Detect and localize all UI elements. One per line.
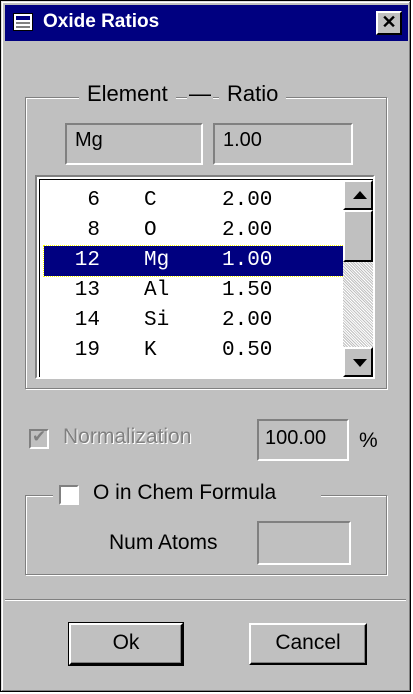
list-item-num: 8 bbox=[87, 219, 100, 242]
list-item-symbol: Mg bbox=[144, 249, 170, 272]
list-item-symbol: O bbox=[144, 219, 157, 242]
close-button[interactable]: ✕ bbox=[376, 11, 402, 35]
normalization-field[interactable]: 100.00 bbox=[257, 419, 349, 461]
list-item-num: 13 bbox=[74, 279, 100, 302]
list-item-ratio: 1.00 bbox=[222, 249, 273, 272]
list-item-num: 19 bbox=[74, 339, 100, 362]
element-list[interactable]: 6 C 2.00 8 O 2.00 12 Mg 1.00 13 Al 1.50 14 Si 2.00 19 K 0… bbox=[35, 175, 375, 379]
window-title: Oxide Ratios bbox=[43, 11, 160, 32]
num-atoms-label: Num Atoms bbox=[109, 531, 218, 554]
normalization-label: Normalization bbox=[63, 425, 192, 448]
window-icon bbox=[13, 13, 33, 31]
num-atoms-field[interactable] bbox=[257, 521, 351, 565]
scroll-down-button[interactable] bbox=[343, 347, 373, 377]
scroll-up-button[interactable] bbox=[343, 180, 373, 210]
list-item-symbol: Al bbox=[144, 279, 170, 302]
list-item-symbol: Si bbox=[144, 309, 170, 332]
list-item-symbol: C bbox=[144, 189, 157, 212]
arrow-up-icon bbox=[353, 191, 367, 199]
list-item-num: 14 bbox=[74, 309, 100, 332]
ratio-legend: Ratio bbox=[219, 81, 287, 107]
scroll-thumb[interactable] bbox=[343, 210, 373, 262]
title-bar[interactable]: Oxide Ratios ✕ bbox=[5, 5, 408, 41]
list-item-ratio: 2.00 bbox=[222, 189, 273, 212]
list-item-ratio: 2.00 bbox=[222, 309, 273, 332]
list-item[interactable]: 6 C 2.00 bbox=[44, 186, 344, 216]
list-item[interactable]: 19 K 0.50 bbox=[44, 336, 344, 366]
list-item-symbol: K bbox=[144, 339, 157, 362]
o-in-chem-formula-label: O in Chem Formula bbox=[93, 481, 277, 504]
close-icon: ✕ bbox=[381, 12, 397, 32]
percent-label: % bbox=[359, 429, 378, 452]
list-item-num: 12 bbox=[74, 249, 100, 272]
oxide-ratios-window: Oxide Ratios ✕ Element — Ratio Mg 1.00 6… bbox=[0, 0, 411, 692]
list-item[interactable]: 8 O 2.00 bbox=[44, 216, 344, 246]
normalization-checkbox[interactable]: ✔ bbox=[29, 427, 49, 449]
list-scrollbar[interactable] bbox=[343, 180, 373, 377]
checkmark-icon: ✔ bbox=[32, 427, 47, 447]
list-item[interactable]: 14 Si 2.00 bbox=[44, 306, 344, 336]
list-rows: 6 C 2.00 8 O 2.00 12 Mg 1.00 13 Al 1.50 14 Si 2.00 19 K 0… bbox=[43, 186, 345, 366]
list-item-ratio: 2.00 bbox=[222, 219, 273, 242]
ok-button[interactable]: Ok bbox=[68, 622, 184, 666]
o-in-chem-formula-checkbox[interactable] bbox=[59, 485, 79, 505]
list-item-ratio: 0.50 bbox=[222, 339, 273, 362]
separator bbox=[5, 599, 406, 601]
element-field[interactable]: Mg bbox=[65, 123, 203, 165]
arrow-down-icon bbox=[353, 359, 367, 367]
list-item[interactable]: 12 Mg 1.00 bbox=[43, 245, 345, 277]
list-item-num: 6 bbox=[87, 189, 100, 212]
list-item-ratio: 1.50 bbox=[222, 279, 273, 302]
cancel-button[interactable]: Cancel bbox=[249, 623, 367, 665]
ratio-field[interactable]: 1.00 bbox=[213, 123, 353, 165]
legend-dash: — bbox=[187, 81, 213, 107]
list-item[interactable]: 13 Al 1.50 bbox=[44, 276, 344, 306]
element-legend: Element bbox=[79, 81, 176, 107]
